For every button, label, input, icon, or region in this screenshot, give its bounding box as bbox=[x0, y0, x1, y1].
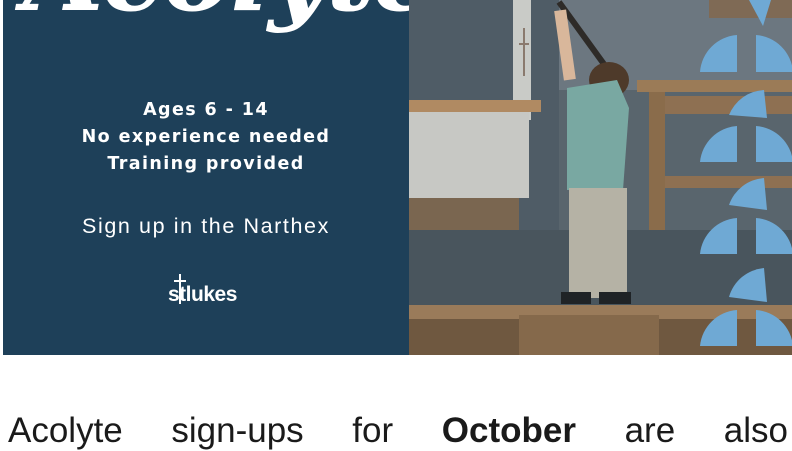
blue-quarter-circle-icon bbox=[756, 126, 792, 162]
blue-quarter-circle-icon bbox=[756, 35, 792, 72]
blue-quarter-circle-icon bbox=[700, 126, 737, 162]
logo-text: stlukes bbox=[168, 283, 237, 306]
decorative-shapes bbox=[700, 0, 792, 346]
st-lukes-logo: stlukes bbox=[168, 274, 248, 308]
info-line-ages: Ages 6 - 14 bbox=[143, 100, 269, 120]
blue-quarter-circle-icon bbox=[729, 268, 767, 302]
body-word: are bbox=[624, 411, 676, 450]
blue-quarter-circle-icon bbox=[700, 218, 737, 254]
blue-shape-icon bbox=[749, 0, 771, 26]
banner-text-panel: Acolytes Ages 6 - 14 No experience neede… bbox=[3, 0, 495, 355]
blue-quarter-circle-icon bbox=[700, 310, 737, 346]
body-word: also bbox=[723, 411, 788, 450]
blue-quarter-circle-icon bbox=[729, 90, 767, 118]
blue-quarter-circle-icon bbox=[729, 178, 767, 210]
acolyte-photo bbox=[409, 0, 792, 355]
acolytes-banner-image: Acolytes Ages 6 - 14 No experience neede… bbox=[3, 0, 792, 355]
blue-quarter-circle-icon bbox=[756, 218, 792, 254]
body-word: sign-ups bbox=[171, 411, 304, 450]
signup-location-text: Sign up in the Narthex bbox=[82, 214, 330, 238]
blue-quarter-circle-icon bbox=[756, 310, 792, 346]
body-word-bold: October bbox=[441, 411, 576, 450]
info-line-training: Training provided bbox=[107, 154, 305, 174]
blue-quarter-circle-icon bbox=[700, 35, 737, 72]
body-word: Acolyte bbox=[8, 411, 123, 450]
banner-script-title: Acolytes bbox=[23, 0, 495, 26]
body-paragraph: Acolyte sign-ups for October are also bbox=[8, 411, 788, 451]
body-word: for bbox=[352, 411, 394, 450]
info-line-experience: No experience needed bbox=[81, 127, 331, 147]
